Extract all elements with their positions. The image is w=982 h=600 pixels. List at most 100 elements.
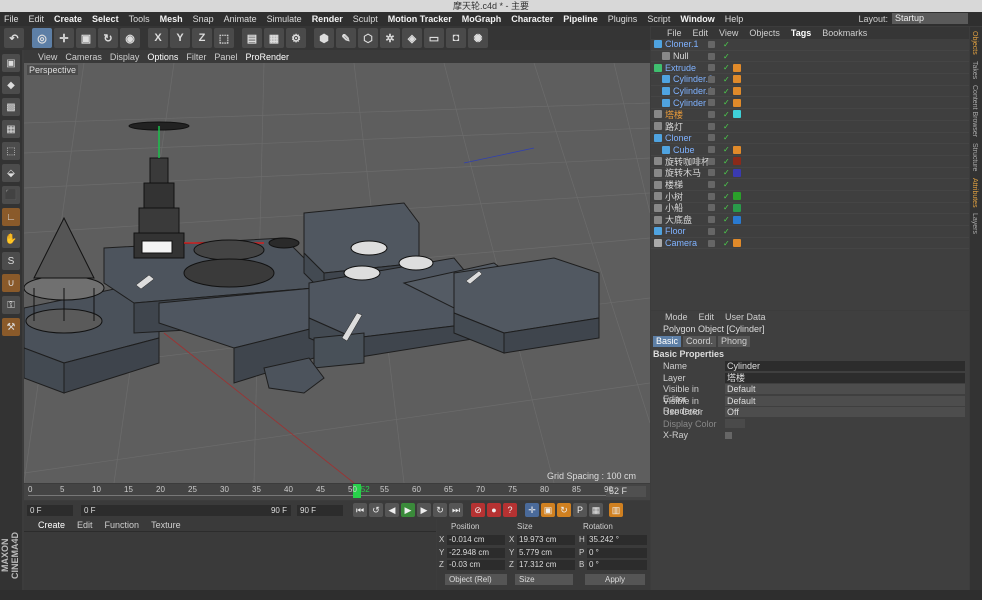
object-row[interactable]: Cloner ✓ [651,133,969,145]
object-tag-icon[interactable] [733,192,741,201]
object-name[interactable]: Cloner [665,133,692,143]
material-menu-function[interactable]: Function [105,520,140,530]
object-row[interactable]: 大底盘 ✓ [651,214,969,226]
visibility-toggle-icon[interactable] [708,40,715,48]
object-menu-view[interactable]: View [719,28,738,38]
visibility-toggle-icon[interactable] [708,134,715,142]
menu-window[interactable]: Window [680,14,714,24]
menu-motion-tracker[interactable]: Motion Tracker [388,14,452,24]
object-row[interactable]: Cylinder ✓ [651,97,969,110]
x-axis-icon[interactable]: X [148,28,168,48]
object-row[interactable]: Null ✓ [651,51,969,63]
object-name[interactable]: 路灯 [665,120,683,133]
attribute-menu-mode[interactable]: Mode [665,312,688,322]
timeline[interactable]: 52 F 0 5 10 15 20 25 30 35 40 45 50 52 55 60 65 70 75 80 8… [24,484,650,500]
position-field-y[interactable]: -22.948 cm [447,547,505,558]
menu-mograph[interactable]: MoGraph [462,14,502,24]
object-menu-bookmarks[interactable]: Bookmarks [822,28,867,38]
live-selection-icon[interactable]: ◎ [32,28,52,48]
tab-phong[interactable]: Phong [718,336,751,347]
start-frame-field[interactable]: 0 F [27,504,73,516]
viewport-menu-view[interactable]: View [38,52,57,62]
tab-coord[interactable]: Coord. [683,336,717,347]
render-picture-viewer-icon[interactable]: ▦ [264,28,284,48]
visibility-toggle-icon[interactable] [708,110,715,118]
record-active-icon[interactable]: ● [487,503,501,517]
go-to-end-icon[interactable]: ⏭ [449,503,463,517]
object-name[interactable]: Cylinder [673,98,706,108]
z-axis-icon[interactable]: Z [192,28,212,48]
cube-icon[interactable]: ⬢ [314,28,334,48]
viewport-menu-display[interactable]: Display [110,52,140,62]
enabled-check-icon[interactable]: ✓ [723,215,730,224]
camera-icon[interactable]: ◘ [446,28,466,48]
move-icon[interactable]: ✛ [54,28,74,48]
side-tab-structure[interactable]: Structure [971,143,978,171]
workplane-icon[interactable]: ▦ [2,120,20,138]
object-tag-icon[interactable] [733,239,741,248]
enabled-check-icon[interactable]: ✓ [723,227,730,236]
enabled-check-icon[interactable]: ✓ [723,157,730,166]
object-tag-icon[interactable] [733,87,741,96]
object-name[interactable]: Extrude [665,63,696,73]
object-tag-icon[interactable] [733,215,741,224]
next-frame-icon[interactable]: ▶ [417,503,431,517]
xray-checkbox[interactable] [725,432,732,439]
grid-lock-icon[interactable]: ⚒ [2,318,20,336]
previous-key-icon[interactable]: ↺ [369,503,383,517]
rotation-field-b[interactable]: 0 ° [587,560,647,570]
viewport-menu-prorender[interactable]: ProRender [245,52,289,62]
edges-mode-icon[interactable]: ⬙ [2,164,20,182]
menu-tools[interactable]: Tools [129,14,150,24]
menu-plugins[interactable]: Plugins [608,14,638,24]
points-mode-icon[interactable]: ⬚ [2,142,20,160]
object-row[interactable]: Cloner.1 ✓ [651,39,969,51]
visibility-toggle-icon[interactable] [708,157,715,165]
size-field-x[interactable]: 19.973 cm [517,535,575,545]
object-row[interactable]: Floor ✓ [651,226,969,238]
object-tag-icon[interactable] [733,157,741,166]
side-tab-layers[interactable]: Layers [971,213,978,234]
size-mode-dropdown[interactable]: Size [515,574,573,585]
enabled-check-icon[interactable]: ✓ [723,180,730,189]
menu-script[interactable]: Script [647,14,670,24]
menu-snap[interactable]: Snap [193,14,214,24]
enabled-check-icon[interactable]: ✓ [723,98,730,107]
visibility-toggle-icon[interactable] [708,52,715,60]
magnet-icon[interactable]: ∪ [2,274,20,292]
attribute-value-visible-in-editor[interactable]: Default [725,384,965,394]
visibility-toggle-icon[interactable] [708,122,715,130]
menu-create[interactable]: Create [54,14,82,24]
enabled-check-icon[interactable]: ✓ [723,145,730,154]
visibility-toggle-icon[interactable] [708,169,715,177]
autokey-icon[interactable]: ? [503,503,517,517]
viewport-menu-filter[interactable]: Filter [186,52,206,62]
object-tag-icon[interactable] [733,203,741,212]
object-tag-icon[interactable] [733,98,741,107]
object-menu-file[interactable]: File [667,28,682,38]
enabled-check-icon[interactable]: ✓ [723,122,730,131]
go-to-start-icon[interactable]: ⏮ [353,503,367,517]
side-tab-attributes[interactable]: Attributes [971,178,978,208]
object-name[interactable]: Cube [673,145,695,155]
enabled-check-icon[interactable]: ✓ [723,75,730,84]
floor-icon[interactable]: ▭ [424,28,444,48]
visibility-toggle-icon[interactable] [708,204,715,212]
attribute-menu-edit[interactable]: Edit [699,312,715,322]
enabled-check-icon[interactable]: ✓ [723,63,730,72]
display-color-swatch[interactable] [725,418,745,428]
attribute-value-layer[interactable]: 塔楼 [725,372,965,383]
rotation-field-p[interactable]: 0 ° [587,547,647,558]
tweak-mode-icon[interactable]: ✋ [2,230,20,248]
object-name[interactable]: Floor [665,226,686,236]
position-field-z[interactable]: -0.03 cm [447,560,505,570]
scene-render[interactable] [24,63,650,483]
rotate-icon[interactable]: ↻ [98,28,118,48]
visibility-toggle-icon[interactable] [708,146,715,154]
coordinate-mode-dropdown[interactable]: Object (Rel) [445,574,507,585]
object-tag-icon[interactable] [733,63,741,72]
object-menu-tags[interactable]: Tags [791,28,811,38]
apply-button[interactable]: Apply [585,574,645,585]
viewport-menu-panel[interactable]: Panel [214,52,237,62]
visibility-toggle-icon[interactable] [708,181,715,189]
